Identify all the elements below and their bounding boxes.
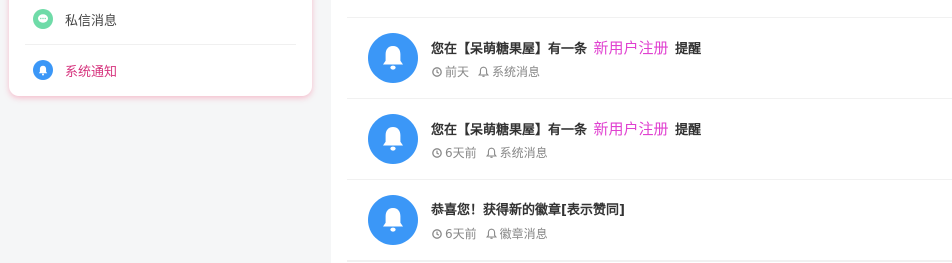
notification-type-tag[interactable]: 徽章消息: [485, 225, 548, 242]
notification-time: 前天: [445, 65, 470, 79]
notification-item[interactable]: 您在【呆萌糖果屋】有一条 新用户注册 提醒 前天 系统消息: [347, 18, 952, 99]
chat-bubble-icon: [33, 9, 53, 29]
notification-time: 6天前: [445, 146, 477, 160]
bell-icon: [368, 195, 418, 245]
notification-text-suffix: 提醒: [675, 123, 702, 138]
bell-icon: [368, 114, 418, 164]
notification-item[interactable]: 恭喜您！获得新的徽章[表示赞同] 6天前 徽章消息: [347, 180, 952, 261]
sidebar-card: 私信消息 系统通知: [9, 0, 312, 96]
notification-meta: 6天前 系统消息: [432, 144, 548, 161]
sidebar-item-label: 私信消息: [65, 13, 118, 29]
notification-title: 您在【呆萌糖果屋】有一条 新用户注册 提醒: [431, 118, 701, 139]
notification-meta: 6天前 徽章消息: [432, 225, 548, 242]
clock-icon: [432, 147, 442, 158]
notification-highlight[interactable]: 新用户注册: [592, 39, 671, 57]
notification-type-tag[interactable]: 系统消息: [478, 63, 540, 80]
page: 私信消息 系统通知 您在【呆萌糖果屋】有一条 新用户注册 提醒 前天 系统消息 …: [0, 0, 952, 263]
sidebar-divider: [25, 44, 296, 45]
notification-text: 您在【呆萌糖果屋】有一条: [431, 123, 588, 138]
notification-text: 恭喜您！获得新的徽章[表示赞同]: [431, 203, 625, 218]
notification-item[interactable]: 您在【呆萌糖果屋】有一条 新用户注册 提醒 6天前 系统消息: [347, 99, 952, 180]
notification-title: 恭喜您！获得新的徽章[表示赞同]: [431, 199, 625, 218]
bell-icon: [33, 60, 53, 80]
sidebar-item-label: 系统通知: [65, 64, 118, 80]
bell-outline-icon: [485, 228, 497, 240]
notification-type-label: 系统消息: [492, 65, 541, 79]
bell-outline-icon: [485, 147, 497, 159]
notification-text: 您在【呆萌糖果屋】有一条: [431, 42, 588, 57]
notification-highlight[interactable]: 新用户注册: [592, 120, 671, 138]
notification-type-tag[interactable]: 系统消息: [485, 144, 548, 161]
notification-type-label: 徽章消息: [499, 227, 548, 241]
clock-icon: [432, 228, 442, 239]
notification-type-label: 系统消息: [499, 146, 548, 160]
notification-list: 您在【呆萌糖果屋】有一条 新用户注册 提醒 前天 系统消息 您在【呆萌糖果屋】有…: [331, 0, 952, 263]
bell-icon: [368, 33, 418, 83]
notification-meta: 前天 系统消息: [432, 63, 540, 80]
notification-title: 您在【呆萌糖果屋】有一条 新用户注册 提醒: [431, 37, 701, 58]
sidebar-item-system-notifications[interactable]: 系统通知: [33, 55, 296, 85]
notification-text-suffix: 提醒: [675, 42, 702, 57]
bell-outline-icon: [478, 66, 490, 78]
divider: [347, 261, 952, 262]
clock-icon: [432, 66, 442, 77]
sidebar-item-private-messages[interactable]: 私信消息: [33, 4, 296, 34]
notification-time: 6天前: [445, 227, 477, 241]
